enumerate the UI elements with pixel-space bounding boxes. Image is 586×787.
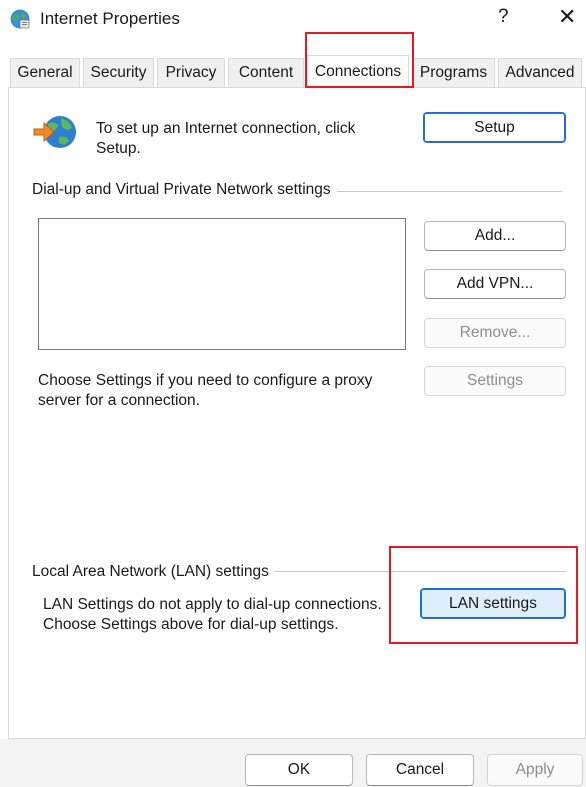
settings-button[interactable]: Settings	[424, 366, 566, 396]
tab-strip: General Security Privacy Content Connect…	[0, 55, 586, 88]
dialup-group-label: Dial-up and Virtual Private Network sett…	[32, 181, 337, 199]
add-vpn-button[interactable]: Add VPN...	[424, 269, 566, 299]
apply-button[interactable]: Apply	[487, 754, 583, 786]
ok-button[interactable]: OK	[245, 754, 353, 786]
connections-listbox[interactable]	[38, 218, 406, 350]
setup-button[interactable]: Setup	[423, 112, 566, 143]
proxy-settings-text: Choose Settings if you need to configure…	[38, 372, 373, 409]
tab-programs[interactable]: Programs	[412, 58, 495, 87]
lan-description: LAN Settings do not apply to dial-up con…	[43, 596, 382, 633]
internet-options-globe-icon	[10, 9, 30, 29]
close-button[interactable]: ✕	[558, 4, 576, 30]
lan-group-label: Local Area Network (LAN) settings	[32, 563, 275, 581]
title-bar: Internet Properties ? ✕	[0, 0, 586, 40]
tab-privacy[interactable]: Privacy	[157, 58, 225, 87]
lan-settings-button[interactable]: LAN settings	[420, 588, 566, 619]
tab-connections[interactable]: Connections	[307, 55, 409, 88]
help-button[interactable]: ?	[498, 6, 509, 28]
tab-content[interactable]: Content	[228, 58, 304, 87]
window-title: Internet Properties	[40, 9, 180, 28]
add-button[interactable]: Add...	[424, 221, 566, 251]
cancel-button[interactable]: Cancel	[366, 754, 474, 786]
tab-advanced[interactable]: Advanced	[498, 58, 582, 87]
remove-button[interactable]: Remove...	[424, 318, 566, 348]
tab-security[interactable]: Security	[83, 58, 154, 87]
globe-arrow-icon	[33, 116, 76, 148]
tab-general[interactable]: General	[10, 58, 80, 87]
setup-instructions: To set up an Internet connection, click …	[96, 120, 356, 157]
